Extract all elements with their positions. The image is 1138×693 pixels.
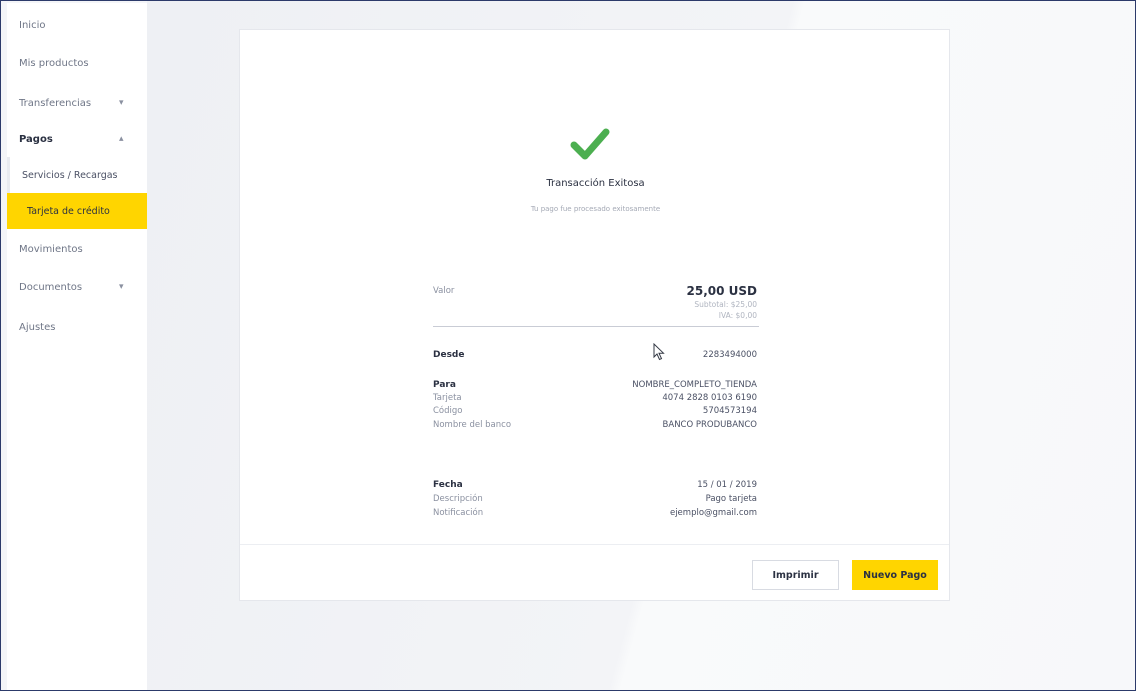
from-label: Desde [433,350,465,360]
sidebar-item-ajustes[interactable]: Ajustes [7,309,147,345]
chevron-down-icon: ▾ [119,98,124,108]
footer-divider [240,544,949,545]
notification-label: Notificación [433,508,484,518]
sidebar-item-pagos[interactable]: Pagos ▴ [7,121,147,157]
bank-value: BANCO PRODUBANCO [662,420,757,430]
success-subtitle: Tu pago fue procesado exitosamente [530,205,661,213]
sidebar-subitem-servicios-recargas[interactable]: Servicios / Recargas [7,157,147,193]
date-label: Fecha [433,480,463,490]
print-button[interactable]: Imprimir [752,560,839,590]
sidebar-item-transferencias[interactable]: Transferencias ▾ [7,85,147,121]
from-value: 2283494000 [702,350,757,360]
chevron-down-icon: ▾ [119,282,124,292]
sidebar: Inicio Mis productos Transferencias ▾ Pa… [7,3,147,690]
sidebar-item-movimientos[interactable]: Movimientos [7,231,147,267]
app-window: Inicio Mis productos Transferencias ▾ Pa… [0,0,1136,691]
check-icon [570,128,610,160]
sidebar-subitem-label: Tarjeta de crédito [27,205,110,217]
chevron-up-icon: ▴ [119,134,124,144]
sidebar-item-label: Mis productos [19,57,89,69]
sidebar-item-label: Ajustes [19,321,56,333]
sidebar-item-label: Documentos [19,281,83,293]
description-value: Pago tarjeta [705,494,757,504]
sidebar-item-label: Transferencias [19,97,92,109]
sidebar-item-mis-productos[interactable]: Mis productos [7,45,147,81]
sidebar-item-inicio[interactable]: Inicio [7,7,147,43]
sidebar-item-label: Movimientos [19,243,83,255]
to-label: Para [433,380,456,390]
description-label: Descripción [433,494,483,504]
bank-label: Nombre del banco [433,420,512,430]
divider [433,326,759,327]
code-value: 5704573194 [702,406,757,416]
new-payment-button[interactable]: Nuevo Pago [852,560,938,590]
card-label: Tarjeta [433,393,462,403]
notification-value: ejemplo@gmail.com [669,508,757,518]
amount-tax: IVA: $0,00 [718,311,757,320]
code-label: Código [433,406,463,416]
sidebar-item-label: Inicio [19,19,46,31]
mouse-pointer-icon [653,343,665,361]
sidebar-subitem-tarjeta-credito[interactable]: Tarjeta de crédito [7,193,147,229]
amount-subtotal: Subtotal: $25,00 [694,300,757,309]
success-title: Transacción Exitosa [546,178,645,189]
date-value: 15 / 01 / 2019 [697,480,757,490]
receipt-card: Transacción Exitosa Tu pago fue procesad… [239,29,950,601]
amount-label: Valor [433,286,455,296]
sidebar-subitem-label: Servicios / Recargas [22,169,118,181]
to-value: NOMBRE_COMPLETO_TIENDA [632,380,757,390]
sidebar-item-label: Pagos [19,133,53,145]
amount-value: 25,00 USD [686,284,757,298]
card-value: 4074 2828 0103 6190 [662,393,757,403]
sidebar-item-documentos[interactable]: Documentos ▾ [7,269,147,305]
